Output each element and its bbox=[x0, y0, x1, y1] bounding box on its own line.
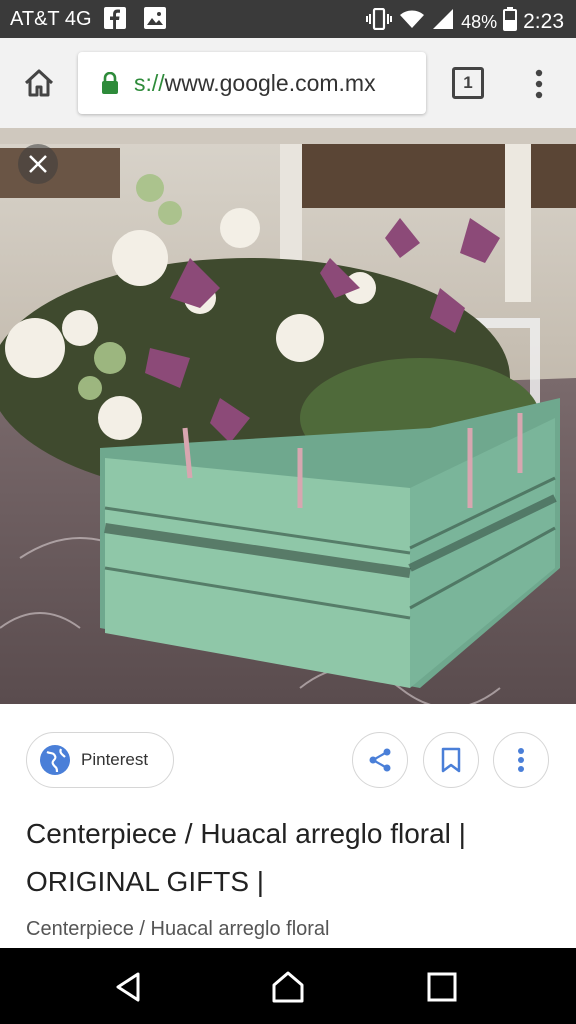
source-chip[interactable]: Pinterest bbox=[26, 732, 174, 788]
battery-percent: 48% bbox=[461, 11, 498, 32]
recents-icon bbox=[427, 972, 457, 1002]
tab-switcher-button[interactable]: 1 bbox=[452, 67, 484, 99]
save-button[interactable] bbox=[423, 732, 479, 788]
close-image-button[interactable] bbox=[18, 144, 58, 184]
back-button[interactable] bbox=[112, 970, 146, 1004]
image-icon bbox=[144, 7, 166, 35]
browser-toolbar: s://www.google.com.mx 1 bbox=[0, 38, 576, 128]
result-title[interactable]: Centerpiece / Huacal arreglo floral | OR… bbox=[26, 810, 546, 906]
home-nav-button[interactable] bbox=[271, 970, 305, 1004]
browser-menu-button[interactable] bbox=[524, 68, 554, 102]
clock: 2:23 bbox=[523, 10, 564, 33]
globe-icon bbox=[39, 744, 71, 776]
overflow-menu-icon bbox=[535, 69, 543, 99]
home-icon bbox=[24, 69, 54, 97]
url-bar[interactable]: s://www.google.com.mx bbox=[78, 52, 426, 114]
home-button[interactable] bbox=[18, 62, 60, 104]
result-image[interactable] bbox=[0, 128, 576, 704]
share-icon bbox=[369, 748, 391, 772]
url-text: s://www.google.com.mx bbox=[134, 70, 376, 97]
back-icon bbox=[116, 972, 140, 1002]
centerpiece-photo bbox=[0, 128, 576, 704]
battery-icon bbox=[503, 7, 518, 37]
share-button[interactable] bbox=[352, 732, 408, 788]
more-options-button[interactable] bbox=[493, 732, 549, 788]
bookmark-icon bbox=[441, 747, 461, 773]
wifi-icon bbox=[399, 8, 425, 36]
result-subtitle: Centerpiece / Huacal arreglo floral bbox=[26, 918, 330, 940]
carrier-label: AT&T 4G bbox=[10, 8, 92, 30]
result-info-panel: Pinterest Centerpiece / Huacal arreglo f… bbox=[0, 704, 576, 948]
home-circle-icon bbox=[272, 971, 304, 1003]
system-nav-bar bbox=[0, 948, 576, 1024]
more-vert-icon bbox=[518, 748, 524, 772]
lock-icon bbox=[100, 71, 120, 94]
tab-count: 1 bbox=[452, 67, 484, 99]
facebook-icon bbox=[104, 7, 126, 35]
url-scheme: s:// bbox=[134, 69, 165, 96]
signal-icon bbox=[431, 8, 455, 36]
url-host: www.google.com.mx bbox=[164, 69, 376, 96]
status-right: 48% 2:23 bbox=[365, 7, 564, 37]
source-label: Pinterest bbox=[81, 750, 149, 769]
recents-button[interactable] bbox=[425, 970, 459, 1004]
close-icon bbox=[29, 155, 47, 173]
vibrate-icon bbox=[365, 7, 393, 36]
status-bar: AT&T 4G 48% 2:23 bbox=[0, 0, 576, 38]
